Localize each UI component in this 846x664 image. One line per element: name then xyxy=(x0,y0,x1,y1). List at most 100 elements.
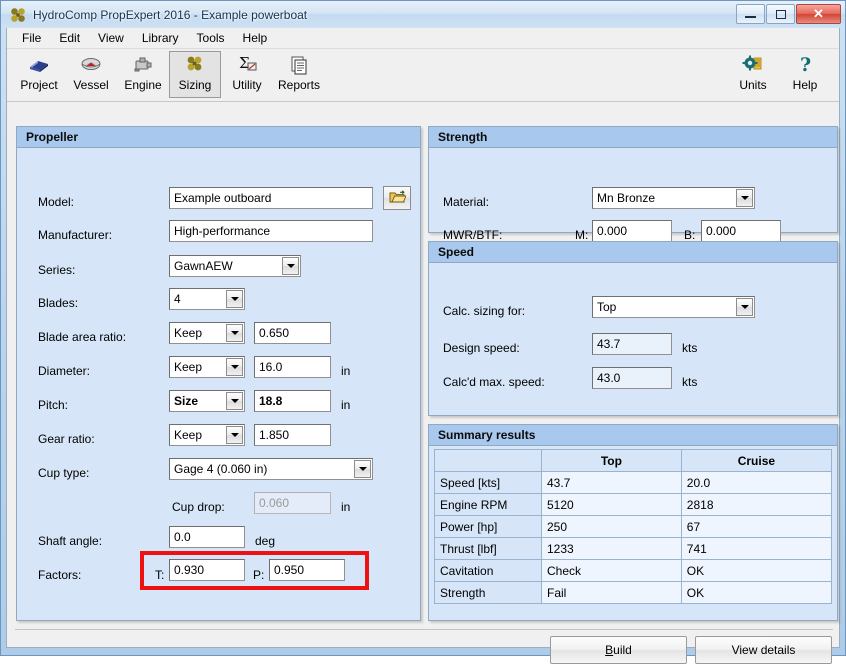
view-details-button[interactable]: View details xyxy=(695,636,832,664)
toolbar-button-sizing[interactable]: Sizing xyxy=(169,51,221,98)
toolbar-button-project[interactable]: Project xyxy=(13,51,65,98)
cell-cavitation-top: Check xyxy=(541,559,682,582)
toolbar-button-help[interactable]: ? Help xyxy=(779,51,831,98)
view-details-button-label: View details xyxy=(731,643,796,657)
label-pitch: Pitch: xyxy=(38,398,69,412)
gear-icon xyxy=(741,52,765,78)
toolbar-button-vessel[interactable]: Vessel xyxy=(65,51,117,98)
label-design-speed: Design speed: xyxy=(443,341,520,355)
summary-results-title: Summary results xyxy=(429,425,837,446)
minimize-button[interactable] xyxy=(736,4,765,24)
build-button[interactable]: Build xyxy=(550,636,687,664)
gear-ratio-mode-combo[interactable]: Keep xyxy=(169,424,245,446)
blade-area-ratio-mode-combo[interactable]: Keep xyxy=(169,322,245,344)
close-button[interactable]: ✕ xyxy=(796,4,841,24)
summary-results-body: Top Cruise Speed [kts] 43.7 20.0 Engine … xyxy=(429,446,837,619)
window-title: HydroComp PropExpert 2016 - Example powe… xyxy=(33,7,308,22)
chevron-down-icon[interactable] xyxy=(226,426,243,444)
cup-drop-input: 0.060 xyxy=(254,492,331,514)
propeller-panel-body: Model: Example outboard Manufacturer: Hi… xyxy=(17,148,420,619)
strength-panel-title: Strength xyxy=(429,127,837,148)
svg-text:?: ? xyxy=(800,54,811,76)
design-speed-input[interactable]: 43.7 xyxy=(592,333,672,355)
calcd-max-speed-unit: kts xyxy=(682,375,698,389)
toolbar-label-help: Help xyxy=(792,78,818,92)
chevron-down-icon[interactable] xyxy=(226,358,243,376)
menu-bar: File Edit View Library Tools Help xyxy=(7,28,839,49)
chevron-down-icon[interactable] xyxy=(226,392,243,410)
cell-strength-cruise: OK xyxy=(680,581,833,604)
chevron-down-icon[interactable] xyxy=(226,290,243,308)
cup-type-combo[interactable]: Gage 4 (0.060 in) xyxy=(169,458,373,480)
manufacturer-input[interactable]: High-performance xyxy=(169,220,373,242)
blades-combo[interactable]: 4 xyxy=(169,288,245,310)
toolbar-button-engine[interactable]: Engine xyxy=(117,51,169,98)
factor-p-input[interactable]: 0.950 xyxy=(269,559,345,581)
toolbar-label-vessel: Vessel xyxy=(73,78,109,92)
calc-sizing-for-combo[interactable]: Top xyxy=(592,296,755,318)
table-row: Power [hp] 250 67 xyxy=(434,515,833,538)
cell-power-cruise: 67 xyxy=(680,515,833,538)
toolbar-button-units[interactable]: Units xyxy=(727,51,779,98)
chevron-down-icon[interactable] xyxy=(282,257,299,275)
menu-help[interactable]: Help xyxy=(234,29,277,47)
calcd-max-speed-input: 43.0 xyxy=(592,367,672,389)
row-label-engine-rpm: Engine RPM xyxy=(434,493,542,516)
menu-edit[interactable]: Edit xyxy=(50,29,89,47)
model-browse-button[interactable] xyxy=(383,186,411,210)
diameter-input[interactable]: 16.0 xyxy=(254,356,331,378)
label-shaft-angle: Shaft angle: xyxy=(38,534,103,548)
toolbar-label-units: Units xyxy=(739,78,767,92)
toolbar-button-utility[interactable]: Σ Utility xyxy=(221,51,273,98)
summary-results-table: Top Cruise Speed [kts] 43.7 20.0 Engine … xyxy=(434,449,833,604)
diameter-mode-combo[interactable]: Keep xyxy=(169,356,245,378)
open-folder-icon xyxy=(389,189,407,207)
btf-b-input[interactable]: 0.000 xyxy=(701,220,781,242)
model-input[interactable]: Example outboard xyxy=(169,187,373,209)
label-blade-area-ratio: Blade area ratio: xyxy=(38,330,127,344)
factor-t-input[interactable]: 0.930 xyxy=(169,559,245,581)
design-speed-unit: kts xyxy=(682,341,698,355)
menu-tools[interactable]: Tools xyxy=(188,29,234,47)
maximize-button[interactable] xyxy=(766,4,795,24)
question-icon: ? xyxy=(793,52,817,78)
summary-results-panel: Summary results Top Cruise Speed [kts] 4… xyxy=(428,424,838,621)
chevron-down-icon[interactable] xyxy=(354,460,371,478)
cell-engine-rpm-cruise: 2818 xyxy=(680,493,833,516)
pitch-unit: in xyxy=(341,398,351,412)
strength-panel-body: Material: Mn Bronze MWR/BTF: M: 0.000 B:… xyxy=(429,148,837,242)
series-combo-value: GawnAEW xyxy=(174,259,233,273)
label-calcd-max-speed: Calc'd max. speed: xyxy=(443,375,545,389)
pitch-mode-combo[interactable]: Size xyxy=(169,390,245,412)
label-factor-p: P: xyxy=(253,568,265,582)
material-combo[interactable]: Mn Bronze xyxy=(592,187,755,209)
sigma-icon: Σ xyxy=(235,52,259,78)
menu-file[interactable]: File xyxy=(13,29,50,47)
toolbar-label-sizing: Sizing xyxy=(178,78,212,92)
cell-speed-cruise: 20.0 xyxy=(680,471,833,494)
cup-type-value: Gage 4 (0.060 in) xyxy=(174,462,268,476)
propeller-icon xyxy=(183,52,207,78)
shaft-angle-input[interactable]: 0.0 xyxy=(169,526,245,548)
table-header-corner xyxy=(434,449,542,472)
chevron-down-icon[interactable] xyxy=(226,324,243,342)
mwr-m-input[interactable]: 0.000 xyxy=(592,220,672,242)
label-material: Material: xyxy=(443,195,490,209)
label-cup-type: Cup type: xyxy=(38,466,90,480)
toolbar-button-reports[interactable]: Reports xyxy=(273,51,325,98)
blade-area-ratio-input[interactable]: 0.650 xyxy=(254,322,331,344)
pitch-input[interactable]: 18.8 xyxy=(254,390,331,412)
chevron-down-icon[interactable] xyxy=(736,298,753,316)
cell-thrust-top: 1233 xyxy=(541,537,682,560)
label-cup-drop: Cup drop: xyxy=(172,500,225,514)
bottom-separator xyxy=(15,629,833,630)
menu-library[interactable]: Library xyxy=(133,29,188,47)
chevron-down-icon[interactable] xyxy=(736,189,753,207)
series-combo[interactable]: GawnAEW xyxy=(169,255,301,277)
gear-ratio-input[interactable]: 1.850 xyxy=(254,424,331,446)
client-area: File Edit View Library Tools Help Projec… xyxy=(6,28,840,664)
table-header-top: Top xyxy=(541,449,682,472)
menu-view[interactable]: View xyxy=(89,29,133,47)
row-label-power: Power [hp] xyxy=(434,515,542,538)
blade-area-ratio-mode-value: Keep xyxy=(174,326,203,340)
